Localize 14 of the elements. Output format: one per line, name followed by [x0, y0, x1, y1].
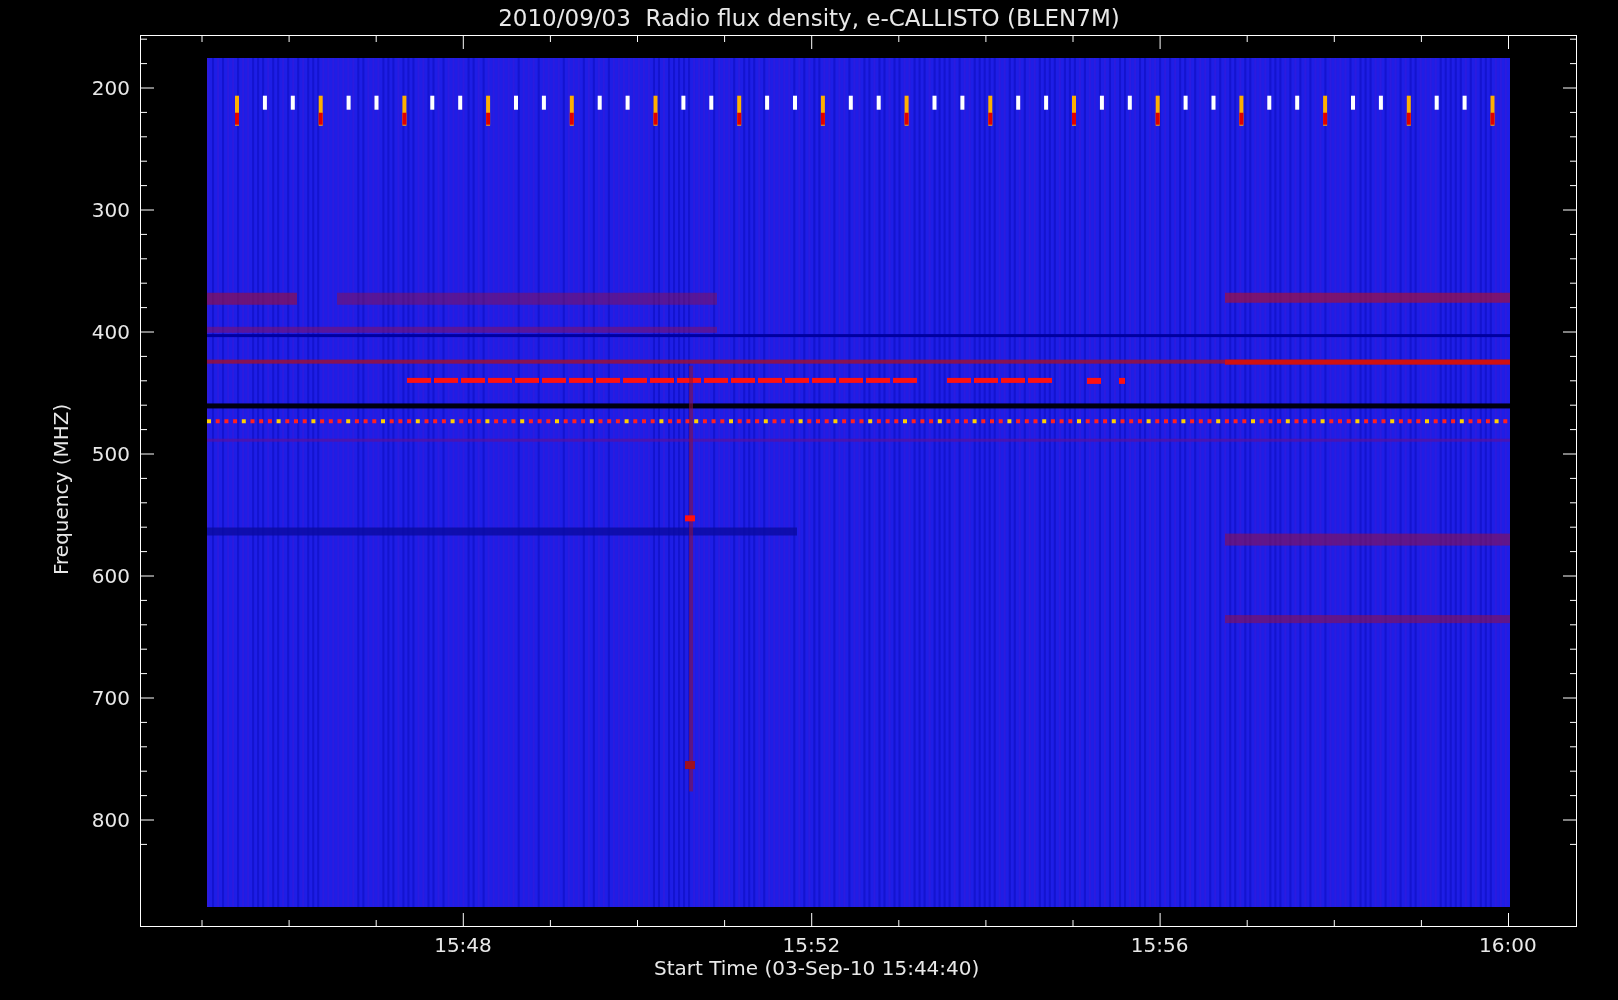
y-tick-label: 300 [91, 198, 130, 222]
y-tick-label: 700 [91, 686, 130, 710]
y-tick-label: 400 [91, 320, 130, 344]
y-axis-label: Frequency (MHZ) [49, 405, 73, 575]
x-tick-label: 16:00 [1478, 933, 1538, 957]
y-tick-label: 600 [91, 564, 130, 588]
y-tick-label: 800 [91, 808, 130, 832]
x-axis-label: Start Time (03-Sep-10 15:44:40) [654, 956, 980, 980]
x-tick-label: 15:48 [433, 933, 493, 957]
chart-title: 2010/09/03 Radio flux density, e-CALLISTO (BLEN7M) [498, 4, 1120, 33]
x-tick-label: 15:52 [781, 933, 842, 957]
y-tick-label: 500 [91, 442, 130, 466]
y-tick-label: 200 [91, 76, 130, 100]
x-tick-label: 15:56 [1129, 933, 1190, 957]
